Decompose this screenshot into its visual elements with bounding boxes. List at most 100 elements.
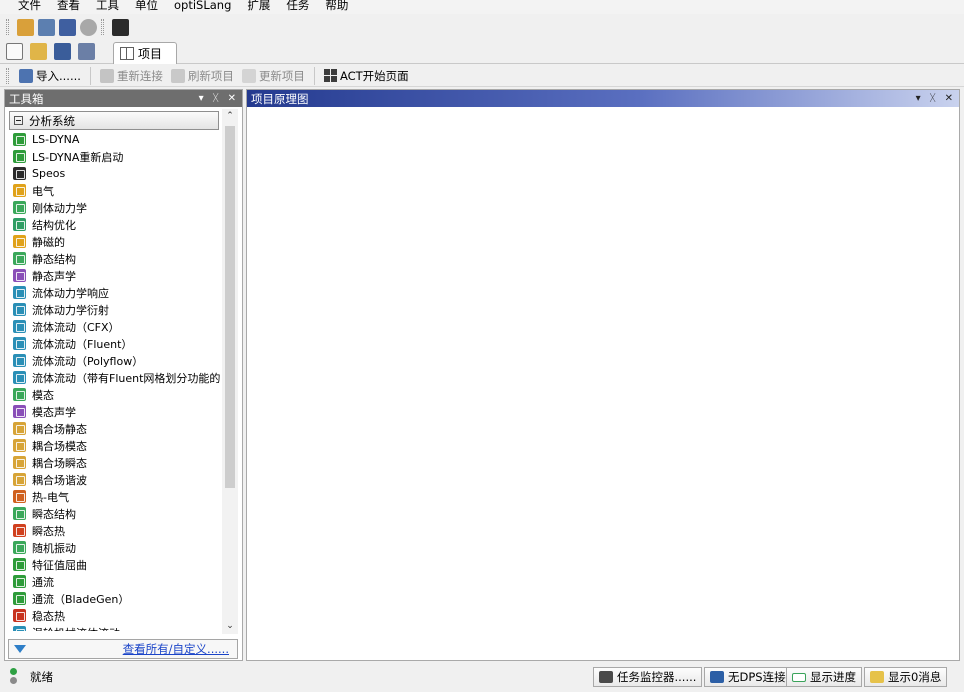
analysis-system-icon — [13, 252, 26, 265]
analysis-system-icon — [13, 218, 26, 231]
task-monitor-button[interactable]: 任务监控器...... — [593, 667, 703, 687]
toolbox-item[interactable]: 通流（BladeGen） — [9, 590, 221, 607]
toolbox-item[interactable]: 特征值屈曲 — [9, 556, 221, 573]
dropdown-arrow-icon[interactable]: ▾ — [916, 93, 921, 104]
toolbox-item[interactable]: 流体流动（Fluent） — [9, 335, 221, 352]
archive-icon[interactable] — [80, 18, 97, 36]
menu-view[interactable]: 查看 — [49, 0, 88, 11]
toolbox-item[interactable]: 模态 — [9, 386, 221, 403]
toolbox-item[interactable]: 静磁的 — [9, 233, 221, 250]
scroll-down-arrow-icon[interactable]: ⌄ — [222, 619, 238, 634]
analysis-system-icon — [13, 269, 26, 282]
speos-icon[interactable] — [112, 18, 129, 36]
toolbox-item[interactable]: 通流 — [9, 573, 221, 590]
pin-icon[interactable]: ᚷ — [930, 93, 936, 104]
toolbox-item[interactable]: 静态结构 — [9, 250, 221, 267]
toolbox-item[interactable]: 瞬态结构 — [9, 505, 221, 522]
toolbox-item[interactable]: 稳态热 — [9, 607, 221, 624]
close-icon[interactable]: ✕ — [945, 93, 953, 104]
toolbox-scrollbar[interactable]: ⌃ ⌄ — [222, 109, 238, 634]
update-label: 更新项目 — [258, 68, 305, 83]
new-icon[interactable] — [6, 43, 23, 60]
act-start-page-button[interactable]: ACT开始页面 — [322, 68, 411, 84]
toolbox-item[interactable]: 耦合场谐波 — [9, 471, 221, 488]
menu-tools[interactable]: 工具 — [88, 0, 127, 11]
menu-optislang[interactable]: optiSLang — [166, 0, 239, 11]
menu-units[interactable]: 单位 — [127, 0, 166, 11]
toolbox-item[interactable]: 流体流动（Polyflow） — [9, 352, 221, 369]
toolbox-item[interactable]: 流体流动（CFX） — [9, 318, 221, 335]
toolbox-item[interactable]: 耦合场静态 — [9, 420, 221, 437]
toolbox-item-label: 涡轮机械流体流动 — [32, 625, 120, 632]
open-folder-icon[interactable] — [30, 43, 47, 60]
import-button[interactable]: 导入...... — [17, 68, 83, 84]
save-as-icon[interactable] — [59, 18, 76, 36]
toolbox-item[interactable]: Speos — [9, 165, 221, 182]
analysis-system-icon — [13, 609, 26, 622]
toolbar-grip[interactable] — [6, 19, 9, 35]
toolbox-item[interactable]: 耦合场模态 — [9, 437, 221, 454]
save-as-disk-icon[interactable] — [78, 43, 95, 60]
reconnect-button[interactable]: 重新连接 — [98, 68, 165, 84]
refresh-project-button[interactable]: 刷新项目 — [169, 68, 236, 84]
toolbox-item[interactable]: LS-DYNA重新启动 — [9, 148, 221, 165]
show-messages-label: 显示0消息 — [888, 670, 942, 684]
toolbox-item[interactable]: 刚体动力学 — [9, 199, 221, 216]
toolbox-item-label: 刚体动力学 — [32, 201, 87, 215]
save-icon[interactable] — [38, 18, 55, 36]
toolbox-item-label: 静态结构 — [32, 252, 76, 266]
toolbox-item[interactable]: 模态声学 — [9, 403, 221, 420]
task-monitor-label: 任务监控器...... — [617, 670, 697, 684]
refresh-icon — [170, 68, 185, 83]
reconnect-label: 重新连接 — [116, 68, 163, 83]
toolbox-item[interactable]: 静态声学 — [9, 267, 221, 284]
analysis-systems-group[interactable]: 分析系统 — [9, 111, 219, 130]
toolbox-item[interactable]: 流体动力学衍射 — [9, 301, 221, 318]
analysis-system-icon — [13, 626, 26, 631]
toolbox-item-label: 耦合场静态 — [32, 422, 87, 436]
pin-icon[interactable]: ᚷ — [213, 93, 219, 104]
progress-icon — [792, 672, 806, 682]
show-progress-button[interactable]: 显示进度 — [786, 667, 862, 687]
view-all-customize-link[interactable]: 查看所有/自定义...... — [123, 641, 229, 657]
scroll-thumb[interactable] — [225, 126, 235, 488]
tab-project[interactable]: 项目 — [113, 42, 177, 64]
import-label: 导入...... — [36, 68, 81, 83]
save-disk-icon[interactable] — [54, 43, 71, 60]
schematic-header-controls: ▾ ᚷ ✕ — [916, 93, 959, 104]
toolbox-item[interactable]: 热-电气 — [9, 488, 221, 505]
toolbox-item[interactable]: LS-DYNA — [9, 131, 221, 148]
toolbox-item[interactable]: 随机振动 — [9, 539, 221, 556]
menu-file[interactable]: 文件 — [10, 0, 49, 11]
close-icon[interactable]: ✕ — [228, 93, 236, 104]
filter-icon[interactable] — [14, 645, 26, 653]
toolbox-footer: 查看所有/自定义...... — [8, 639, 238, 659]
toolbox-item-label: 稳态热 — [32, 609, 65, 623]
toolbox-item[interactable]: 电气 — [9, 182, 221, 199]
analysis-system-icon — [13, 422, 26, 435]
toolbar-grip-2[interactable] — [101, 19, 104, 35]
menu-jobs[interactable]: 任务 — [278, 0, 317, 11]
toolbox-panel: 工具箱 ▾ ᚷ ✕ 分析系统 LS-DYNA LS-DYNA重新启动 Speos 电气… — [4, 89, 243, 661]
toolbox-item[interactable]: 耦合场瞬态 — [9, 454, 221, 471]
show-messages-button[interactable]: 显示0消息 — [864, 667, 948, 687]
scroll-up-arrow-icon[interactable]: ⌃ — [222, 109, 238, 124]
group-label: 分析系统 — [29, 113, 75, 128]
toolbox-item[interactable]: 流体动力学响应 — [9, 284, 221, 301]
menu-help[interactable]: 帮助 — [317, 0, 356, 11]
toolbox-item-label: 流体流动（Polyflow） — [32, 354, 144, 368]
reconnect-icon — [99, 68, 114, 83]
toolbox-item[interactable]: 流体流动（带有Fluent网格划分功能的 — [9, 369, 221, 386]
dropdown-arrow-icon[interactable]: ▾ — [199, 93, 204, 104]
project-page-icon — [120, 47, 134, 60]
new-project-icon[interactable] — [17, 18, 34, 36]
toolbox-item[interactable]: 瞬态热 — [9, 522, 221, 539]
toolbar2-grip[interactable] — [6, 67, 9, 84]
schematic-canvas[interactable] — [247, 107, 959, 660]
collapse-icon[interactable] — [14, 116, 23, 125]
menu-extensions[interactable]: 扩展 — [239, 0, 278, 11]
update-project-button[interactable]: 更新项目 — [240, 68, 307, 84]
no-dps-connection-button[interactable]: 无DPS连接 — [704, 667, 792, 687]
toolbox-item[interactable]: 结构优化 — [9, 216, 221, 233]
toolbox-item[interactable]: 涡轮机械流体流动 — [9, 624, 221, 631]
